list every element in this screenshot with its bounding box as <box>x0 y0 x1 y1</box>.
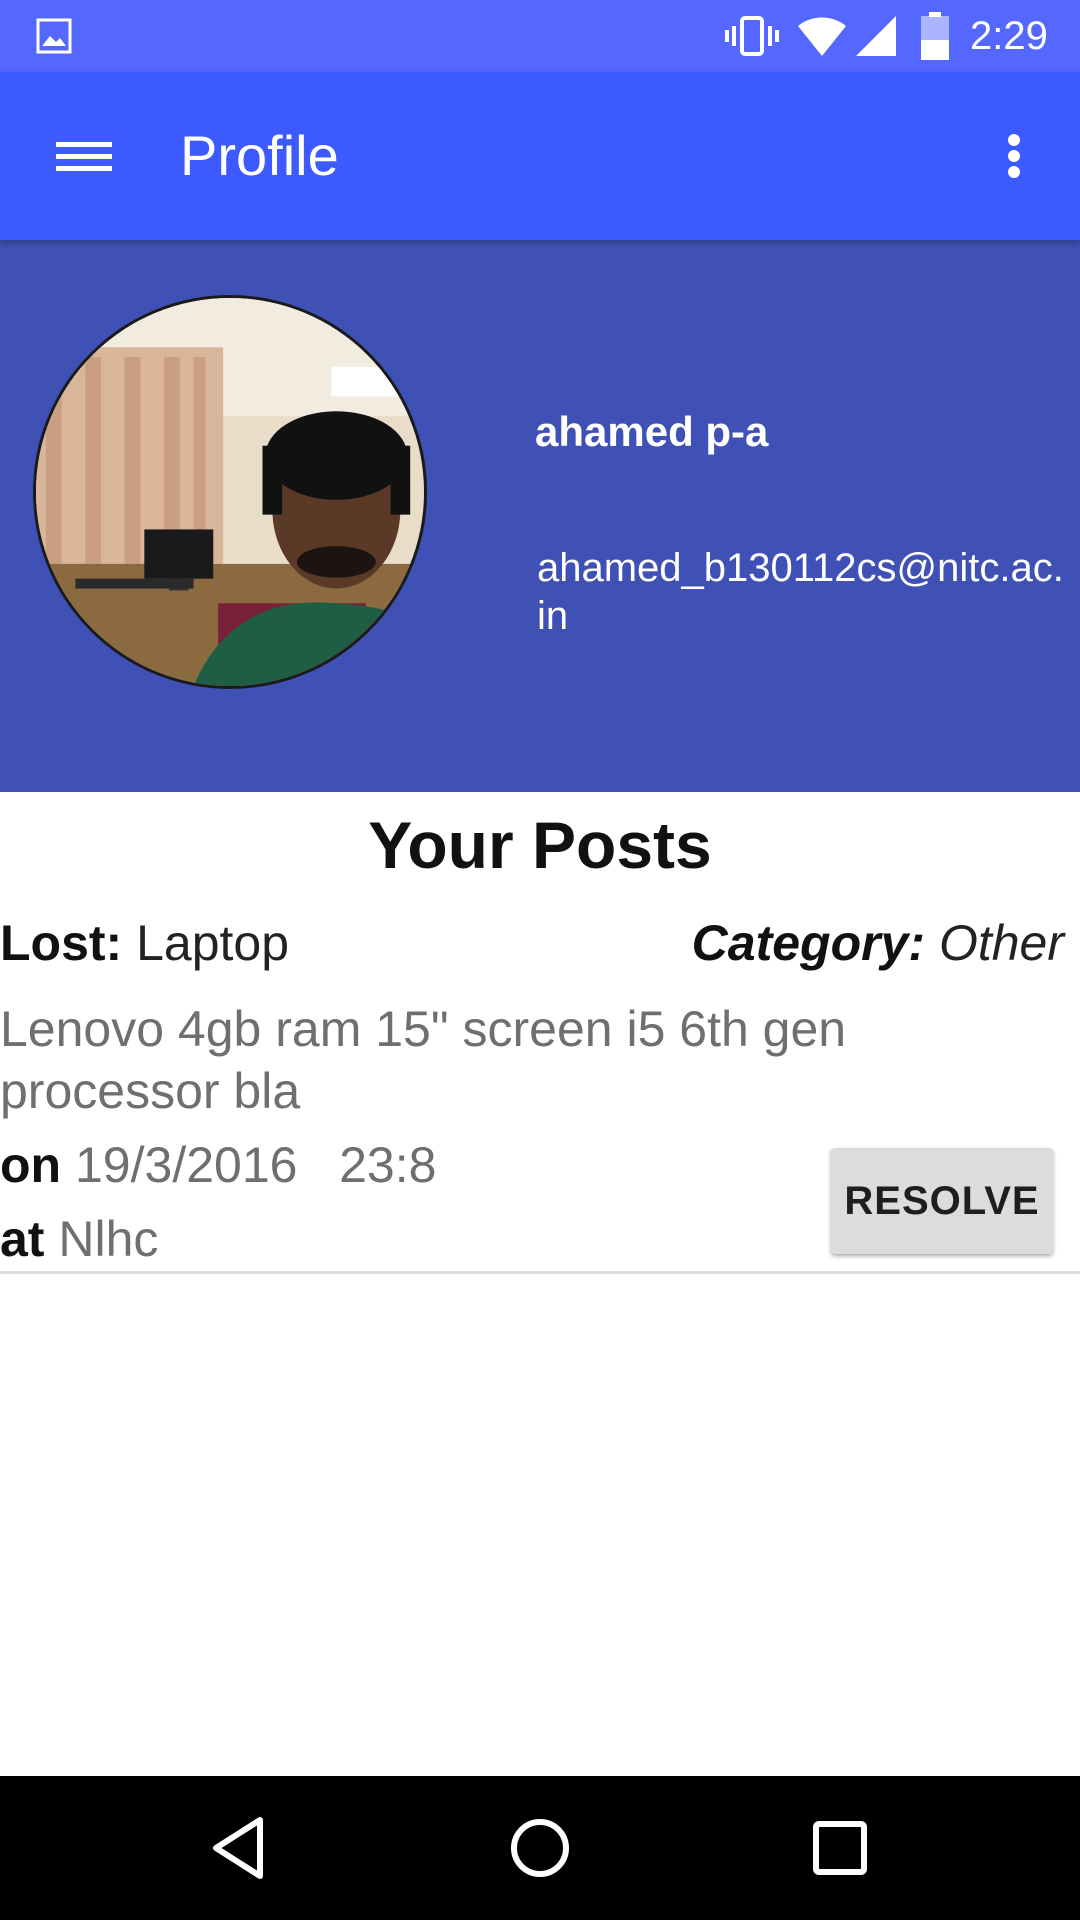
user-email: ahamed_b130112cs@nitc.ac.in <box>537 546 1064 638</box>
post-category: Category: Other <box>692 906 1064 980</box>
status-bar: 2:29 <box>0 0 1080 72</box>
app-bar: Profile <box>0 72 1080 240</box>
resolve-button[interactable]: RESOLVE <box>831 1148 1053 1254</box>
post-location-label: at <box>0 1211 45 1267</box>
vibrate-icon <box>725 16 779 56</box>
navigation-bar <box>0 1776 1080 1920</box>
back-icon[interactable] <box>200 1812 280 1884</box>
hamburger-menu-icon[interactable] <box>40 116 128 196</box>
list-item[interactable]: Lost: Laptop Category: Other Lenovo 4gb … <box>0 906 1080 1274</box>
post-location-row: at Nlhc <box>0 1206 158 1272</box>
recents-icon[interactable] <box>800 1812 880 1884</box>
battery-icon <box>921 12 949 60</box>
user-name: ahamed p-a <box>535 408 769 455</box>
post-type: Lost: Laptop <box>0 906 289 980</box>
home-icon[interactable] <box>500 1812 580 1884</box>
post-item-name: Laptop <box>136 915 290 971</box>
status-time: 2:29 <box>970 14 1048 58</box>
profile-header: ahamed p-a ahamed_b130112cs@nitc.ac.in <box>0 240 1080 792</box>
posts-section-title: Your Posts <box>368 808 712 882</box>
more-vert-icon[interactable] <box>980 116 1048 196</box>
post-date-row: on 19/3/2016 23:8 <box>0 1132 436 1198</box>
post-category-value: Other <box>938 915 1064 971</box>
post-time: 23:8 <box>339 1137 437 1193</box>
post-location: Nlhc <box>58 1211 159 1267</box>
post-description: Lenovo 4gb ram 15" screen i5 6th gen pro… <box>0 1001 847 1119</box>
post-category-label: Category: <box>691 915 926 971</box>
gallery-icon <box>36 18 72 54</box>
avatar[interactable] <box>33 295 427 689</box>
post-date-label: on <box>0 1137 62 1193</box>
wifi-icon <box>798 17 846 57</box>
post-date: 19/3/2016 <box>75 1137 298 1193</box>
post-type-label: Lost: <box>0 915 123 971</box>
page-title: Profile <box>180 124 339 187</box>
signal-icon <box>856 16 896 56</box>
